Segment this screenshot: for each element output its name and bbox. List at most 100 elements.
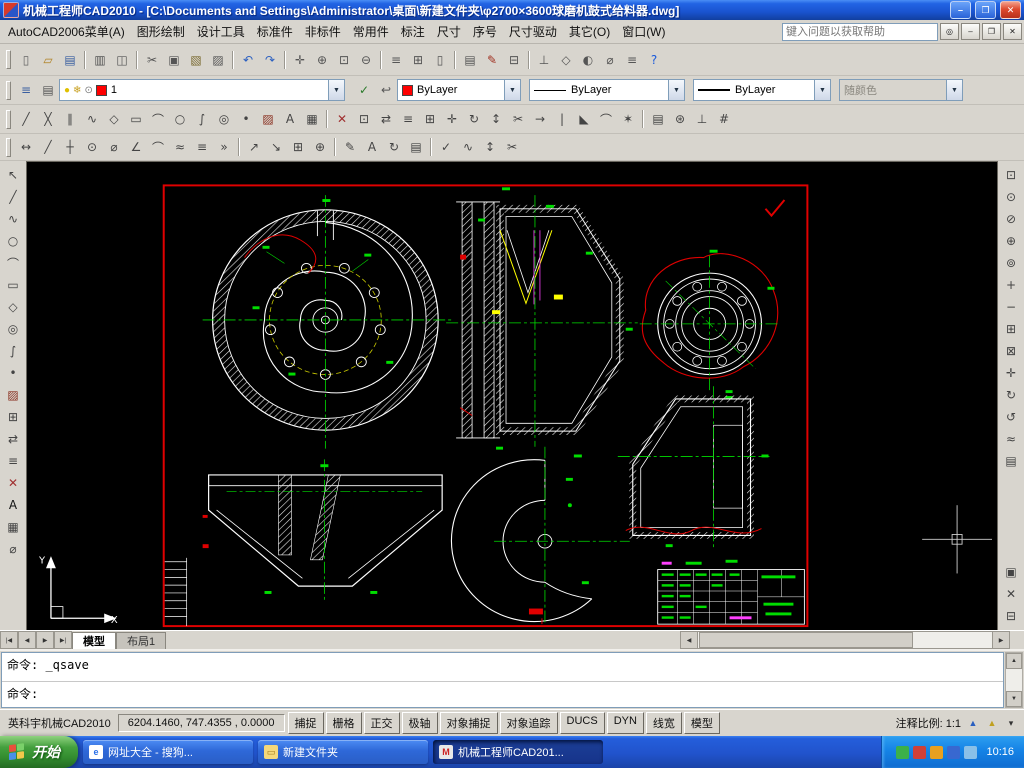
markup-button[interactable]: ✎ <box>481 49 503 70</box>
search-icon[interactable]: ◎ <box>940 23 959 40</box>
menu-item[interactable]: 标准件 <box>251 20 299 43</box>
toolbar-grip[interactable] <box>6 109 11 129</box>
qdim-button[interactable]: ≈ <box>169 137 191 158</box>
offset-button[interactable]: ≡ <box>2 450 24 472</box>
annotation-scale-label[interactable]: 注释比例: 1:1 <box>896 715 961 731</box>
scroll-right-icon[interactable]: ▶ <box>992 631 1010 649</box>
measure-button[interactable]: ⌀ <box>2 538 24 560</box>
mirror-button[interactable]: ⇄ <box>375 109 397 130</box>
dim-edit-button[interactable]: ✎ <box>339 137 361 158</box>
explode-button[interactable]: ✶ <box>617 109 639 130</box>
layer-manager-button[interactable]: ≡ <box>15 80 37 101</box>
paste-button[interactable]: ▧ <box>185 49 207 70</box>
status-toggle[interactable]: 线宽 <box>645 712 682 734</box>
copy-object-button[interactable]: ⊡ <box>353 109 375 130</box>
tool-palettes-button[interactable]: ▯ <box>429 49 451 70</box>
sheet-set-button[interactable]: ▤ <box>459 49 481 70</box>
copy-button[interactable]: ▣ <box>163 49 185 70</box>
spline-button[interactable]: ∫ <box>191 109 213 130</box>
status-toggle[interactable]: 栅格 <box>325 712 362 734</box>
list-button[interactable]: ≡ <box>621 49 643 70</box>
mirror-button[interactable]: ⇄ <box>2 428 24 450</box>
lineweight-dropdown[interactable]: ByLayer ▼ <box>693 79 831 101</box>
scrollbar-track[interactable] <box>1006 669 1022 691</box>
dim-inspect-button[interactable]: ✓ <box>435 137 457 158</box>
tolerance-button[interactable]: ⊞ <box>287 137 309 158</box>
hatch-button[interactable]: ▨ <box>257 109 279 130</box>
menu-item[interactable]: 其它(O) <box>563 20 616 43</box>
help-search-input[interactable] <box>782 22 938 41</box>
tab-nav-button[interactable]: |◀ <box>0 631 18 649</box>
status-toggle[interactable]: 捕捉 <box>287 712 324 734</box>
menu-item[interactable]: 窗口(W) <box>616 20 671 43</box>
offset-button[interactable]: ≡ <box>397 109 419 130</box>
osnap-settings-button[interactable]: ⊛ <box>669 109 691 130</box>
mleader-button[interactable]: ↘ <box>265 137 287 158</box>
drawing-canvas[interactable]: Y X <box>27 162 997 630</box>
chevron-down-icon[interactable]: ▼ <box>814 80 830 100</box>
status-toggle[interactable]: 正交 <box>363 712 400 734</box>
sogou-icon[interactable] <box>930 745 944 759</box>
polyline-button[interactable]: ∿ <box>2 208 24 230</box>
dim-jog-button[interactable]: ∿ <box>457 137 479 158</box>
mdi-close-button[interactable]: ✕ <box>1003 23 1022 40</box>
save-button[interactable]: ▤ <box>59 49 81 70</box>
mline-button[interactable]: ∥ <box>59 109 81 130</box>
erase-button[interactable]: ✕ <box>331 109 353 130</box>
chevron-down-icon[interactable]: ▼ <box>504 80 520 100</box>
mdi-minimize-button[interactable]: – <box>961 23 980 40</box>
pan-button[interactable]: ✛ <box>289 49 311 70</box>
xline-button[interactable]: ╳ <box>37 109 59 130</box>
circle-button[interactable]: ○ <box>169 109 191 130</box>
status-toggle[interactable]: DUCS <box>559 712 605 734</box>
status-toggle[interactable]: 对象捕捉 <box>439 712 498 734</box>
center-mark-button[interactable]: ⊕ <box>309 137 331 158</box>
scroll-up-icon[interactable]: ▲ <box>1006 653 1022 669</box>
measure-button[interactable]: ⌀ <box>599 49 621 70</box>
toolbar-grip[interactable] <box>6 137 11 157</box>
hatch-button[interactable]: ▨ <box>2 384 24 406</box>
dim-diameter-button[interactable]: ⌀ <box>103 137 125 158</box>
scroll-down-icon[interactable]: ▼ <box>1006 691 1022 707</box>
toolbar-grip[interactable] <box>6 50 11 69</box>
dim-baseline-button[interactable]: ≡ <box>191 137 213 158</box>
layer-dropdown[interactable]: ● ❄ ⊙ 1 ▼ <box>59 79 345 101</box>
match-properties-button[interactable]: ▨ <box>207 49 229 70</box>
zoom-center-button[interactable]: ⊕ <box>1000 230 1022 252</box>
menu-item[interactable]: 非标件 <box>299 20 347 43</box>
line-button[interactable]: ╱ <box>2 186 24 208</box>
fillet-button[interactable]: ⌒ <box>595 109 617 130</box>
annotation-visibility-icon[interactable]: ▲ <box>964 714 982 732</box>
dim-angular-button[interactable]: ∠ <box>125 137 147 158</box>
design-center-button[interactable]: ⊞ <box>407 49 429 70</box>
dim-text-edit-button[interactable]: A <box>361 137 383 158</box>
ellipse-button[interactable]: ◎ <box>2 318 24 340</box>
dim-space-button[interactable]: ↕ <box>479 137 501 158</box>
ortho-settings-button[interactable]: ⊥ <box>691 109 713 130</box>
plot-button[interactable]: ▥ <box>89 49 111 70</box>
calculator-button[interactable]: ⊟ <box>1000 605 1022 627</box>
command-prompt-line[interactable]: 命令: <box>2 682 1003 707</box>
command-scrollbar[interactable]: ▲ ▼ <box>1005 652 1023 708</box>
layout-tab[interactable]: 模型 <box>72 632 116 649</box>
status-toggle[interactable]: 对象追踪 <box>499 712 558 734</box>
undo-button[interactable]: ↶ <box>237 49 259 70</box>
coordinates-readout[interactable]: 6204.1460, 747.4355 , 0.0000 <box>117 714 285 732</box>
select-button[interactable]: ↖ <box>2 164 24 186</box>
menu-item[interactable]: 尺寸 <box>431 20 467 43</box>
menu-item[interactable]: 尺寸驱动 <box>503 20 563 43</box>
rectangle-button[interactable]: ▭ <box>125 109 147 130</box>
zoom-window-button[interactable]: ⊡ <box>1000 164 1022 186</box>
table-button[interactable]: ▦ <box>301 109 323 130</box>
layer-previous-button[interactable]: ↩ <box>375 80 397 101</box>
named-views-button[interactable]: ◇ <box>555 49 577 70</box>
help-button[interactable]: ? <box>643 49 665 70</box>
zoom-scale-button[interactable]: ⊘ <box>1000 208 1022 230</box>
render-button[interactable]: ◐ <box>577 49 599 70</box>
named-view-button[interactable]: ▤ <box>1000 450 1022 472</box>
scrollbar-thumb[interactable] <box>699 632 913 648</box>
zoom-previous-button[interactable]: ⊖ <box>355 49 377 70</box>
taskbar-task-button[interactable]: M 机械工程师CAD201... <box>433 740 603 764</box>
zoom-out-button[interactable]: − <box>1000 296 1022 318</box>
mdi-restore-button[interactable]: ❐ <box>982 23 1001 40</box>
